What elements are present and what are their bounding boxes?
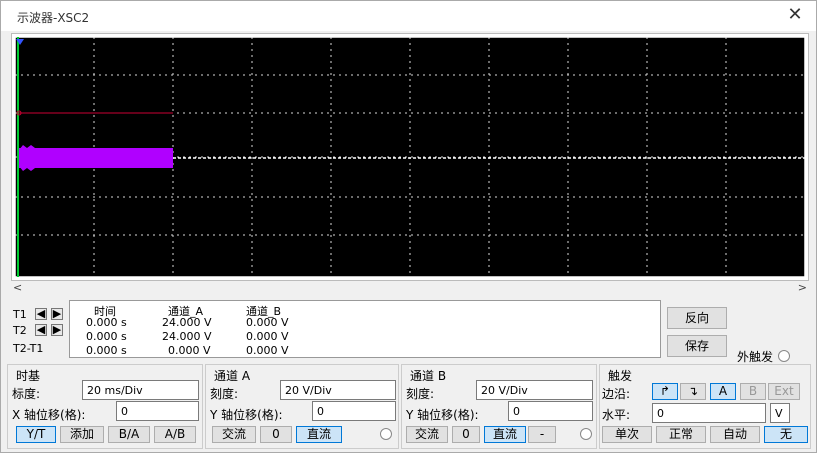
cell: 0.000 s <box>86 316 127 329</box>
channel-a-ypos-label: Y 轴位移(格): <box>210 408 283 422</box>
t2-left-icon[interactable]: ◀ <box>35 324 47 336</box>
cell: 0.000 V <box>246 330 289 343</box>
channel-b-title: 通道 B <box>410 369 447 383</box>
channel-a-radio[interactable] <box>380 428 392 440</box>
channel-b-radio[interactable] <box>580 428 592 440</box>
cell: 0.000 s <box>86 330 127 343</box>
channel-a-title: 通道 A <box>214 369 251 383</box>
normal-mode-button[interactable]: 正常 <box>656 426 706 443</box>
trigger-edge-label: 边沿: <box>602 387 631 401</box>
channel-b-ypos-label: Y 轴位移(格): <box>406 408 479 422</box>
scroll-left-icon[interactable]: < <box>13 281 22 294</box>
window-title: 示波器-XSC2 <box>17 11 90 25</box>
x-position-label: X 轴位移(格): <box>12 408 86 422</box>
cell: 0.000 V <box>246 344 289 357</box>
channel-a-zero-button[interactable]: 0 <box>260 426 292 443</box>
trigger-source-ext-button[interactable]: Ext <box>768 383 800 400</box>
auto-mode-button[interactable]: 自动 <box>710 426 760 443</box>
channel-b-zero-button[interactable]: 0 <box>452 426 480 443</box>
cell: 0.000 s <box>86 344 127 357</box>
none-mode-button[interactable]: 无 <box>764 426 808 443</box>
horizontal-scrollbar[interactable]: < > <box>11 281 809 295</box>
scope-display-frame <box>11 33 809 281</box>
ab-button[interactable]: A/B <box>154 426 196 443</box>
add-button[interactable]: 添加 <box>60 426 104 443</box>
ext-trigger-label: 外触发 <box>737 350 774 364</box>
save-button[interactable]: 保存 <box>667 335 727 357</box>
t2-right-icon[interactable]: ▶ <box>51 324 63 336</box>
channel-b-ac-button[interactable]: 交流 <box>406 426 448 443</box>
channel-a-scale-label: 刻度: <box>210 387 239 401</box>
t2-t1-label: T2-T1 <box>13 342 44 355</box>
channel-a-ypos-field[interactable]: 0 <box>312 401 396 421</box>
scope-display <box>14 36 806 278</box>
reverse-button[interactable]: 反向 <box>667 307 727 329</box>
trigger-title: 触发 <box>608 369 633 383</box>
timebase-title: 时基 <box>16 369 41 383</box>
channel-b-scale-label: 刻度: <box>406 387 435 401</box>
x-position-field[interactable]: 0 <box>116 401 199 421</box>
channel-b-group: 通道 B 刻度: 20 V/Div Y 轴位移(格): 0 交流 0 直流 - <box>401 364 597 449</box>
scope-grid <box>14 36 806 278</box>
trigger-level-field[interactable]: 0 <box>652 403 766 423</box>
cursor-readout: T1 ◀ ▶ T2 ◀ ▶ T2-T1 时间 通道_A 通道_B 0.000 s… <box>11 298 661 360</box>
cell: 0.000 V <box>168 344 211 357</box>
cell: 24.000 V <box>162 330 212 343</box>
t1-right-icon[interactable]: ▶ <box>51 308 63 320</box>
channel-a-scale-field[interactable]: 20 V/Div <box>280 380 396 400</box>
trigger-source-b-button[interactable]: B <box>740 383 766 400</box>
timebase-scale-label: 标度: <box>12 387 41 401</box>
channel-b-minus-button[interactable]: - <box>528 426 556 443</box>
t1-label: T1 <box>13 308 27 321</box>
single-mode-button[interactable]: 单次 <box>602 426 652 443</box>
cell: 0.000 V <box>246 316 289 329</box>
ext-trigger-radio[interactable] <box>778 350 790 362</box>
oscilloscope-window: 示波器-XSC2 ✕ < > T1 ◀ ▶ T2 ◀ ▶ T2-T1 时间 通道… <box>0 0 817 453</box>
ba-button[interactable]: B/A <box>108 426 150 443</box>
channel-a-group: 通道 A 刻度: 20 V/Div Y 轴位移(格): 0 交流 0 直流 <box>205 364 399 449</box>
trigger-level-label: 水平: <box>602 408 631 422</box>
channel-a-ac-button[interactable]: 交流 <box>212 426 256 443</box>
cell: 24.000 V <box>162 316 212 329</box>
timebase-scale-field[interactable]: 20 ms/Div <box>82 380 199 400</box>
rising-edge-icon[interactable]: ↱ <box>652 383 678 400</box>
channel-b-scale-field[interactable]: 20 V/Div <box>476 380 593 400</box>
channel-a-trace <box>19 148 173 168</box>
cursor-controls: T1 ◀ ▶ T2 ◀ ▶ T2-T1 <box>11 298 69 360</box>
falling-edge-icon[interactable]: ↴ <box>680 383 706 400</box>
t1-left-icon[interactable]: ◀ <box>35 308 47 320</box>
yt-button[interactable]: Y/T <box>16 426 56 443</box>
channel-b-ypos-field[interactable]: 0 <box>508 401 593 421</box>
timebase-group: 时基 标度: 20 ms/Div X 轴位移(格): 0 Y/T 添加 B/A … <box>7 364 203 449</box>
trigger-group: 触发 边沿: ↱ ↴ A B Ext 水平: 0 V 单次 正常 自动 无 <box>599 364 811 449</box>
trigger-source-a-button[interactable]: A <box>710 383 736 400</box>
scroll-right-icon[interactable]: > <box>798 281 807 294</box>
t2-label: T2 <box>13 324 27 337</box>
channel-a-dc-button[interactable]: 直流 <box>296 426 342 443</box>
close-icon[interactable]: ✕ <box>784 6 806 26</box>
trigger-level-unit: V <box>770 403 790 423</box>
title-bar[interactable]: 示波器-XSC2 ✕ <box>1 1 816 31</box>
channel-b-dc-button[interactable]: 直流 <box>484 426 526 443</box>
readout-table: 时间 通道_A 通道_B 0.000 s 24.000 V 0.000 V 0.… <box>69 300 661 358</box>
